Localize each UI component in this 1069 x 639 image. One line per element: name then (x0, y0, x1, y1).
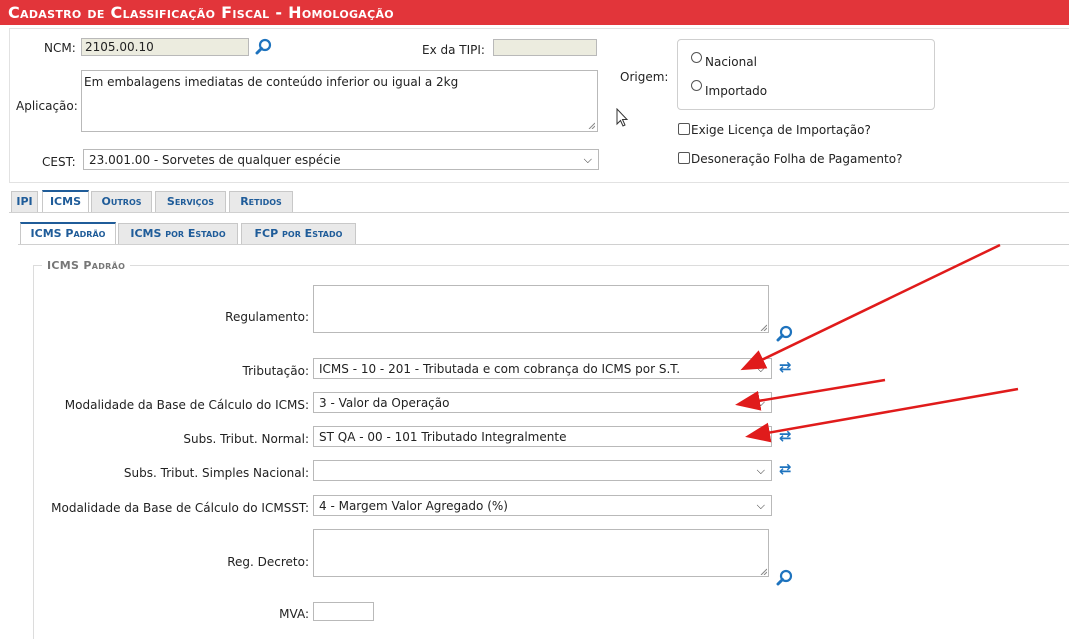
tab-outros[interactable]: Outros (91, 191, 152, 212)
tab-servicos[interactable]: Serviços (155, 191, 226, 212)
tab-ipi[interactable]: IPI (11, 191, 38, 212)
resize-grip-icon[interactable] (759, 323, 767, 331)
ncm-label: NCM: (44, 41, 76, 55)
checkbox-licenca-label: Exige Licença de Importação? (691, 123, 871, 137)
aplicacao-label: Aplicação: (16, 99, 78, 113)
modalidade-icmsst-label: Modalidade da Base de Cálculo do ICMSST: (51, 501, 309, 515)
mouse-cursor-icon (616, 108, 629, 127)
chevron-down-icon: ⌵ (756, 499, 765, 512)
modalidade-icmsst-value: 4 - Margem Valor Agregado (%) (319, 499, 508, 513)
chevron-down-icon: ⌵ (756, 464, 765, 477)
fieldset-legend: ICMS Padrão (42, 259, 131, 272)
subtab-icms-por-estado[interactable]: ICMS por Estado (118, 223, 238, 244)
radio-nacional[interactable] (691, 52, 702, 63)
tab-retidos[interactable]: Retidos (229, 191, 293, 212)
aplicacao-textarea[interactable]: Em embalagens imediatas de conteúdo infe… (81, 70, 598, 132)
radio-importado-label: Importado (705, 84, 768, 98)
subs-normal-select[interactable]: ST QA - 00 - 101 Tributado Integralmente… (313, 426, 772, 447)
resize-grip-icon[interactable] (759, 567, 767, 575)
checkbox-desoneracao[interactable] (678, 152, 690, 164)
subs-simples-select[interactable]: ⌵ (313, 460, 772, 481)
regulamento-search-icon[interactable] (776, 325, 794, 343)
mva-label: MVA: (279, 607, 309, 621)
chevron-down-icon: ⌵ (756, 396, 765, 409)
page-title: Cadastro de Classificação Fiscal - Homol… (0, 0, 1069, 25)
origem-label: Origem: (620, 70, 669, 84)
chevron-down-icon: ⌵ (756, 362, 765, 375)
subtab-fcp-por-estado[interactable]: FCP por Estado (241, 223, 356, 244)
resize-grip-icon[interactable] (587, 121, 595, 129)
subs-normal-value: ST QA - 00 - 101 Tributado Integralmente (319, 430, 567, 444)
cest-label: CEST: (42, 155, 76, 169)
regulamento-label: Regulamento: (225, 310, 309, 324)
ex-tipi-label: Ex da TIPI: (422, 43, 485, 57)
mva-field[interactable] (313, 602, 374, 621)
checkbox-desoneracao-label: Desoneração Folha de Pagamento? (691, 152, 903, 166)
chevron-down-icon: ⌵ (756, 430, 765, 443)
modalidade-icms-select[interactable]: 3 - Valor da Operação ⌵ (313, 392, 772, 413)
aplicacao-text: Em embalagens imediatas de conteúdo infe… (84, 75, 459, 89)
chevron-down-icon: ⌵ (583, 153, 592, 166)
reg-decreto-label: Reg. Decreto: (227, 555, 309, 569)
subtab-icms-padrao[interactable]: ICMS Padrão (20, 222, 116, 244)
subs-simples-refresh-icon[interactable]: ⇄ (779, 462, 792, 477)
tributacao-value: ICMS - 10 - 201 - Tributada e com cobran… (319, 362, 681, 376)
tributacao-label: Tributação: (242, 364, 309, 378)
tributacao-refresh-icon[interactable]: ⇄ (779, 360, 792, 375)
checkbox-licenca[interactable] (678, 123, 690, 135)
origem-group (677, 39, 935, 110)
subs-simples-label: Subs. Tribut. Simples Nacional: (123, 466, 309, 480)
radio-nacional-label: Nacional (705, 55, 757, 69)
cest-select[interactable]: 23.001.00 - Sorvetes de qualquer espécie… (83, 149, 599, 170)
tributacao-select[interactable]: ICMS - 10 - 201 - Tributada e com cobran… (313, 358, 772, 379)
cest-value: 23.001.00 - Sorvetes de qualquer espécie (89, 153, 341, 167)
reg-decreto-search-icon[interactable] (776, 569, 794, 587)
ex-tipi-field[interactable] (493, 39, 597, 56)
modalidade-icmsst-select[interactable]: 4 - Margem Valor Agregado (%) ⌵ (313, 495, 772, 516)
reg-decreto-textarea[interactable] (313, 529, 769, 577)
modalidade-icms-value: 3 - Valor da Operação (319, 396, 450, 410)
subs-normal-refresh-icon[interactable]: ⇄ (779, 429, 792, 444)
tab-icms[interactable]: ICMS (42, 190, 89, 212)
regulamento-textarea[interactable] (313, 285, 769, 333)
subs-normal-label: Subs. Tribut. Normal: (183, 432, 309, 446)
ncm-search-icon[interactable] (255, 38, 273, 56)
ncm-field[interactable]: 2105.00.10 (81, 38, 249, 56)
modalidade-icms-label: Modalidade da Base de Cálculo do ICMS: (64, 398, 309, 412)
radio-importado[interactable] (691, 80, 702, 91)
